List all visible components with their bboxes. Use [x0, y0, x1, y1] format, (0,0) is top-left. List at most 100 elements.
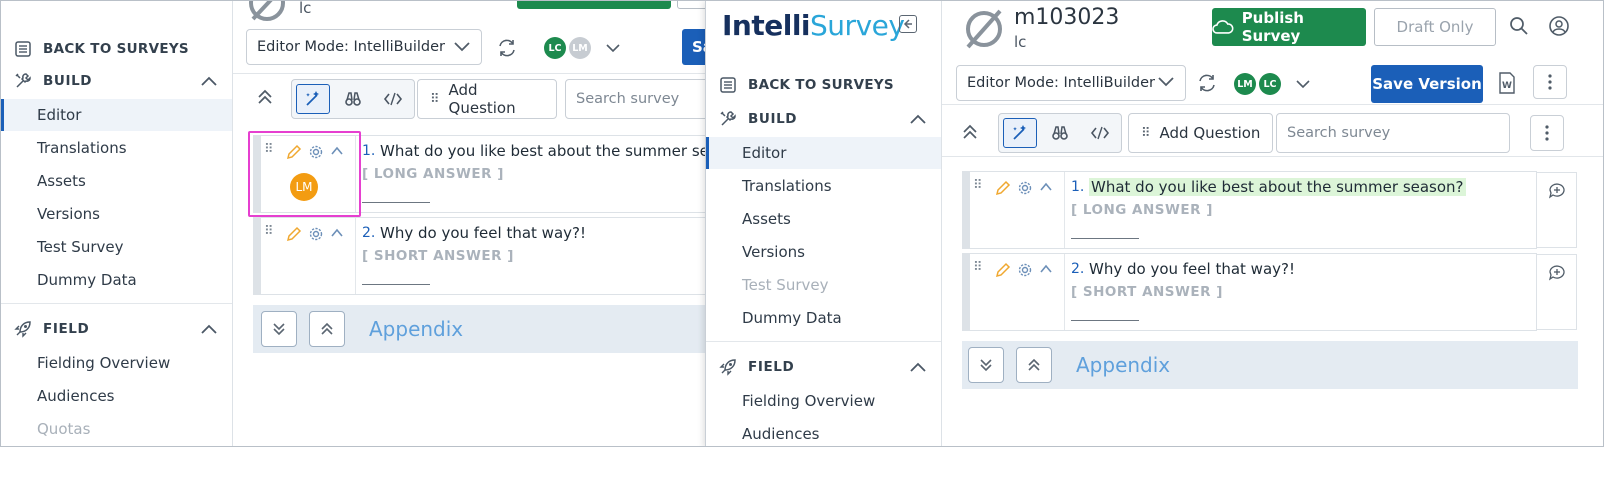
back-to-surveys-link[interactable]: BACK TO SURVEYS — [1, 37, 232, 61]
gear-icon[interactable] — [1017, 180, 1033, 196]
build-section-label: BUILD — [43, 73, 93, 89]
search-button[interactable] — [1504, 11, 1534, 41]
question-text[interactable]: Why do you feel that way?! — [1089, 260, 1295, 278]
sidebar-item-editor[interactable]: Editor — [706, 137, 941, 169]
logo-text-intelli: Intelli — [722, 8, 811, 42]
sidebar-item-dummy-data[interactable]: Dummy Data — [1, 264, 232, 296]
sidebar-item-versions[interactable]: Versions — [706, 236, 941, 268]
intellisurvey-logo[interactable]: Intelli Survey — [722, 7, 905, 43]
add-question-button[interactable]: ⠿ Add Question — [1128, 113, 1274, 153]
sidebar-item-audiences[interactable]: Audiences — [1, 380, 232, 412]
add-comment-icon[interactable] — [1548, 265, 1566, 281]
edit-mode-toggle[interactable] — [1003, 118, 1037, 148]
collapse-all-button[interactable] — [309, 311, 345, 347]
field-section-header[interactable]: FIELD — [706, 355, 941, 379]
drag-handle-icon[interactable]: ⠿ — [973, 178, 983, 193]
code-mode-toggle[interactable] — [1083, 118, 1117, 148]
chevron-up-icon[interactable] — [909, 113, 927, 125]
chevron-up-icon[interactable] — [909, 361, 927, 373]
publish-button[interactable] — [517, 1, 671, 9]
preview-mode-toggle[interactable] — [1043, 118, 1077, 148]
answer-line — [1071, 238, 1139, 239]
add-comment-icon[interactable] — [1548, 183, 1566, 199]
chevron-up-icon[interactable] — [200, 75, 218, 87]
preview-mode-toggle[interactable] — [336, 84, 370, 114]
sidebar-item-quotas[interactable]: Quotas — [1, 413, 232, 445]
add-question-button[interactable]: ⠿ Add Question — [417, 79, 557, 119]
sidebar-item-dummy-data[interactable]: Dummy Data — [706, 302, 941, 334]
question-controls: ⠿ — [971, 172, 1065, 248]
question-number: 2. — [362, 225, 376, 241]
pencil-icon[interactable] — [995, 262, 1011, 278]
word-export-button[interactable]: W — [1494, 66, 1520, 100]
sidebar-item-translations[interactable]: Translations — [1, 132, 232, 164]
sidebar-item-audiences[interactable]: Audiences — [706, 418, 941, 446]
sidebar-item-label: Assets — [742, 210, 791, 228]
save-version-button[interactable]: Sa — [682, 29, 705, 65]
save-version-button[interactable]: Save Version — [1371, 65, 1483, 103]
chevron-up-icon[interactable] — [1039, 262, 1053, 276]
sidebar-item-translations[interactable]: Translations — [706, 170, 941, 202]
search-input[interactable] — [1276, 113, 1510, 153]
collapse-sidebar-button[interactable] — [899, 15, 917, 33]
question-text[interactable]: What do you like best about the summer s… — [380, 142, 705, 160]
publish-survey-button[interactable]: Publish Survey — [1212, 8, 1366, 46]
pencil-icon[interactable] — [286, 226, 302, 242]
avatar[interactable]: LC — [1259, 73, 1281, 95]
drag-handle-icon[interactable]: ⠿ — [973, 260, 983, 275]
avatar[interactable]: LM — [1234, 73, 1256, 95]
question-card[interactable]: ⠿ 1. What do you like best about the sum… — [962, 171, 1577, 249]
drag-grip-icon: ⠿ — [430, 91, 439, 107]
expand-all-button[interactable] — [968, 347, 1004, 383]
sidebar-item-assets[interactable]: Assets — [706, 203, 941, 235]
editor-mode-select[interactable]: Editor Mode: IntelliBuilder — [246, 29, 482, 65]
sidebar-item-label: Dummy Data — [37, 271, 137, 289]
sidebar-item-fielding-overview[interactable]: Fielding Overview — [1, 347, 232, 379]
drag-handle-icon[interactable]: ⠿ — [264, 224, 274, 239]
search-input[interactable] — [565, 79, 705, 119]
question-text[interactable]: What do you like best about the summer s… — [1089, 178, 1466, 196]
sidebar-item-fielding-overview[interactable]: Fielding Overview — [706, 385, 941, 417]
draft-only-button[interactable]: Draft Only — [1374, 8, 1496, 46]
draft-only-button[interactable] — [677, 1, 705, 9]
arrow-left-icon — [903, 19, 912, 29]
toolbar-more-button[interactable] — [1530, 115, 1564, 151]
avatar[interactable]: LC — [544, 37, 566, 59]
gear-icon[interactable] — [308, 226, 324, 242]
gear-icon[interactable] — [1017, 262, 1033, 278]
chevron-down-icon[interactable] — [1295, 79, 1311, 89]
collapse-all-icon[interactable] — [255, 88, 275, 108]
sidebar-divider — [706, 341, 941, 342]
question-card[interactable]: ⠿ 2. Why do you feel that way?! [ SHORT … — [253, 217, 705, 295]
avatar[interactable]: LM — [569, 37, 591, 59]
collapse-all-icon[interactable] — [960, 123, 980, 143]
pencil-icon[interactable] — [995, 180, 1011, 196]
sidebar-item-assets[interactable]: Assets — [1, 165, 232, 197]
appendix-bar: Appendix — [253, 305, 705, 353]
build-section-header[interactable]: BUILD — [1, 69, 232, 93]
editor-mode-bar: Editor Mode: IntelliBuilder LM LC Save V… — [942, 61, 1603, 105]
question-text[interactable]: Why do you feel that way?! — [380, 224, 586, 242]
build-section-header[interactable]: BUILD — [706, 107, 941, 131]
sidebar-item-test-survey[interactable]: Test Survey — [1, 231, 232, 263]
chevron-down-icon[interactable] — [605, 43, 621, 53]
editor-mode-select[interactable]: Editor Mode: IntelliBuilder — [956, 65, 1186, 101]
field-section-header[interactable]: FIELD — [1, 317, 232, 341]
chevron-up-icon[interactable] — [330, 226, 344, 240]
refresh-icon[interactable] — [1196, 72, 1218, 94]
refresh-icon[interactable] — [496, 37, 518, 59]
sidebar-item-editor[interactable]: Editor — [1, 99, 232, 131]
expand-all-button[interactable] — [261, 311, 297, 347]
collapse-all-button[interactable] — [1016, 347, 1052, 383]
code-mode-toggle[interactable] — [376, 84, 410, 114]
kebab-menu-icon — [1548, 74, 1552, 90]
account-button[interactable] — [1544, 11, 1574, 41]
chevron-up-icon[interactable] — [1039, 180, 1053, 194]
chevron-up-icon[interactable] — [200, 323, 218, 335]
edit-mode-toggle[interactable] — [296, 84, 330, 114]
sidebar-item-versions[interactable]: Versions — [1, 198, 232, 230]
question-card[interactable]: ⠿ 2. Why do you feel that way?! [ SHORT … — [962, 253, 1577, 331]
sidebar-item-test-survey[interactable]: Test Survey — [706, 269, 941, 301]
more-options-button[interactable] — [1533, 65, 1567, 99]
back-to-surveys-link[interactable]: BACK TO SURVEYS — [706, 73, 941, 97]
